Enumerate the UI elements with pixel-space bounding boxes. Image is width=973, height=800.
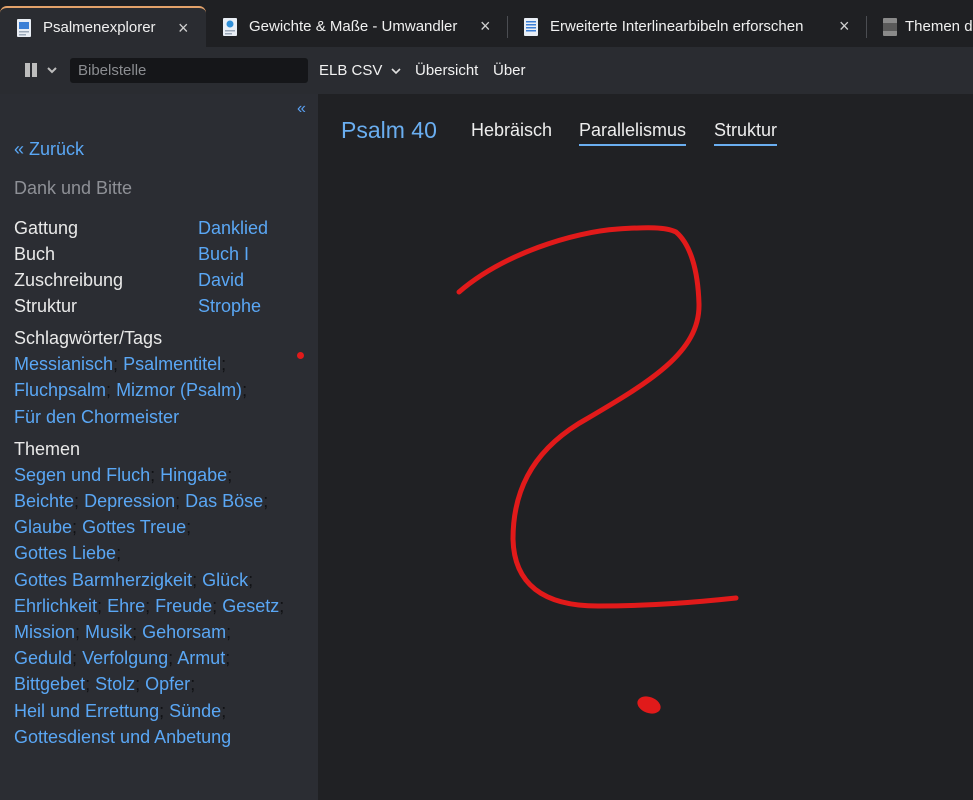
- themes-section-title: Themen: [14, 439, 81, 459]
- theme-link[interactable]: Hingabe: [160, 465, 227, 485]
- tab-label: Gewichte & Maße - Umwandler: [249, 18, 458, 35]
- tab-themen[interactable]: Themen de: [866, 6, 973, 47]
- tags-section-title: Schlagwörter/Tags: [14, 328, 163, 348]
- property-value-gattung[interactable]: Danklied: [198, 218, 268, 239]
- theme-link[interactable]: Gesetz: [222, 596, 279, 616]
- theme-list-row: Heil und Errettung; Sünde;: [14, 701, 227, 721]
- tag-link[interactable]: Für den Chormeister: [14, 407, 179, 427]
- property-label-buch: Buch: [14, 244, 56, 264]
- property-value-zuschreibung[interactable]: David: [198, 270, 244, 291]
- bible-version-label: ELB CSV: [319, 62, 383, 79]
- chevron-down-icon: [390, 68, 401, 75]
- theme-link[interactable]: Ehrlichkeit: [14, 596, 97, 616]
- question-mark-dot: [637, 696, 661, 714]
- annotation-dot: [297, 352, 304, 359]
- tab-label: Psalmenexplorer: [43, 19, 156, 36]
- about-button[interactable]: Über: [493, 62, 526, 79]
- theme-list-row: Gottesdienst und Anbetung: [14, 727, 231, 748]
- tab-bar: Psalmenexplorer × Gewichte & Maße - Umwa…: [0, 0, 973, 47]
- theme-list-row: Gottes Barmherzigkeit; Glück;: [14, 570, 254, 590]
- theme-link[interactable]: Stolz: [95, 674, 135, 694]
- theme-list-row: Mission; Musik; Gehorsam;: [14, 622, 232, 642]
- theme-link[interactable]: Depression: [84, 491, 175, 511]
- question-mark-stroke: [456, 225, 739, 609]
- tab-gewichte-masse[interactable]: Gewichte & Maße - Umwandler ×: [206, 6, 506, 47]
- bible-version-dropdown[interactable]: ELB CSV: [319, 62, 401, 79]
- theme-link[interactable]: Gehorsam: [142, 622, 226, 642]
- theme-link[interactable]: Gottes Barmherzigkeit: [14, 570, 192, 590]
- main-content: Psalm 40 Hebräisch Parallelismus Struktu…: [318, 94, 973, 800]
- tag-link[interactable]: Messianisch: [14, 354, 113, 374]
- theme-link[interactable]: Bittgebet: [14, 674, 85, 694]
- document-icon: [524, 17, 538, 36]
- theme-list-row: Glaube; Gottes Treue;: [14, 517, 192, 537]
- tag-link[interactable]: Psalmentitel: [123, 354, 221, 374]
- theme-link[interactable]: Verfolgung: [82, 648, 168, 668]
- sidebar: « « Zurück Dank und Bitte Gattung Dankli…: [0, 94, 318, 800]
- tag-list-row: Messianisch; Psalmentitel;: [14, 354, 227, 374]
- property-label-gattung: Gattung: [14, 218, 79, 238]
- theme-list-row: Ehrlichkeit; Ehre; Freude; Gesetz;: [14, 596, 285, 616]
- document-icon: [223, 17, 237, 36]
- theme-link[interactable]: Glück: [202, 570, 248, 590]
- panel-layout-menu[interactable]: [24, 62, 62, 80]
- theme-link[interactable]: Opfer: [145, 674, 190, 694]
- panel-layout-icon: [25, 63, 57, 77]
- document-icon: [883, 17, 897, 36]
- theme-link[interactable]: Freude: [155, 596, 212, 616]
- theme-list-row: Bittgebet; Stolz; Opfer;: [14, 674, 196, 694]
- property-value-buch[interactable]: Buch I: [198, 244, 249, 265]
- property-label-struktur: Struktur: [14, 296, 78, 316]
- tab-interlinearbibeln[interactable]: Erweiterte Interlinearbibeln erforschen …: [507, 6, 867, 47]
- theme-list-row: Segen und Fluch; Hingabe;: [14, 465, 233, 485]
- question-mark-annotation: [456, 225, 739, 714]
- collapse-sidebar-button[interactable]: «: [297, 100, 306, 118]
- theme-link[interactable]: Glaube: [14, 517, 72, 537]
- property-value-struktur[interactable]: Strophe: [198, 296, 261, 317]
- tag-list-row: Für den Chormeister: [14, 407, 179, 428]
- theme-list-row: Gottes Liebe;: [14, 543, 122, 563]
- document-icon: [17, 18, 31, 37]
- theme-link[interactable]: Gottesdienst und Anbetung: [14, 727, 231, 747]
- theme-link[interactable]: Beichte: [14, 491, 74, 511]
- tag-link[interactable]: Fluchpsalm: [14, 380, 106, 400]
- psalm-subtitle: Dank und Bitte: [14, 178, 133, 198]
- theme-link[interactable]: Gottes Liebe: [14, 543, 116, 563]
- close-icon[interactable]: ×: [178, 18, 189, 39]
- theme-link[interactable]: Mission: [14, 622, 75, 642]
- close-icon[interactable]: ×: [839, 16, 850, 37]
- toolbar: ELB CSV Übersicht Über: [0, 47, 973, 94]
- theme-link[interactable]: Ehre: [107, 596, 145, 616]
- theme-link[interactable]: Segen und Fluch: [14, 465, 150, 485]
- theme-list-row: Beichte; Depression; Das Böse;: [14, 491, 269, 511]
- tab-label: Themen de: [905, 18, 973, 35]
- theme-list-row: Geduld; Verfolgung; Armut;: [14, 648, 231, 668]
- tag-link[interactable]: Mizmor (Psalm): [116, 380, 242, 400]
- back-link[interactable]: « Zurück: [14, 139, 84, 160]
- theme-link[interactable]: Das Böse: [185, 491, 263, 511]
- tag-list-row: Fluchpsalm; Mizmor (Psalm);: [14, 380, 248, 400]
- theme-link[interactable]: Geduld: [14, 648, 72, 668]
- theme-link[interactable]: Armut: [177, 648, 225, 668]
- property-label-zuschreibung: Zuschreibung: [14, 270, 124, 290]
- overview-button[interactable]: Übersicht: [415, 62, 478, 79]
- theme-link[interactable]: Musik: [85, 622, 132, 642]
- theme-link[interactable]: Sünde: [169, 701, 221, 721]
- tab-psalmenexplorer[interactable]: Psalmenexplorer ×: [0, 6, 206, 47]
- theme-link[interactable]: Gottes Treue: [82, 517, 186, 537]
- tab-label: Erweiterte Interlinearbibeln erforschen: [550, 18, 804, 35]
- close-icon[interactable]: ×: [480, 16, 491, 37]
- theme-link[interactable]: Heil und Errettung: [14, 701, 159, 721]
- bible-reference-input[interactable]: [70, 58, 308, 83]
